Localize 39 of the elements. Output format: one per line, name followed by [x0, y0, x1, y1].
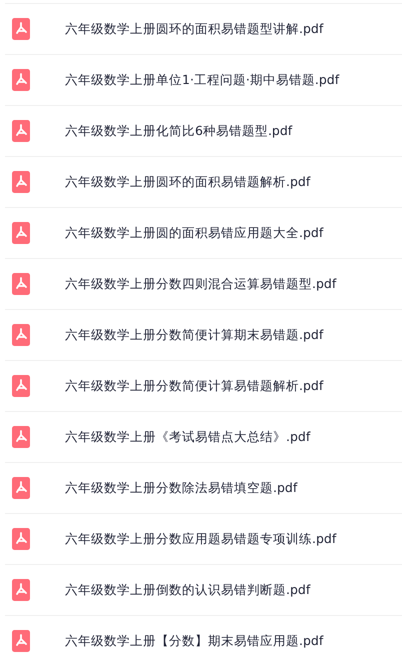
- file-item[interactable]: 六年级数学上册化简比6种易错题型.pdf: [5, 106, 402, 157]
- pdf-file-icon: [12, 528, 30, 550]
- pdf-file-icon: [12, 630, 30, 652]
- file-name: 六年级数学上册分数除法易错填空题.pdf: [65, 480, 298, 496]
- pdf-file-icon: [12, 171, 30, 193]
- file-name: 六年级数学上册分数简便计算期末易错题.pdf: [65, 326, 324, 344]
- file-name: 六年级数学上册倒数的认识易错判断题.pdf: [65, 582, 310, 598]
- file-item[interactable]: 六年级数学上册分数应用题易错题专项训练.pdf: [5, 514, 402, 565]
- pdf-file-icon: [12, 477, 30, 499]
- pdf-file-icon: [12, 18, 30, 40]
- file-item[interactable]: 六年级数学上册圆的面积易错应用题大全.pdf: [5, 208, 402, 259]
- pdf-file-icon: [12, 273, 30, 295]
- file-name: 六年级数学上册【分数】期末易错应用题.pdf: [65, 632, 324, 650]
- pdf-file-icon: [12, 222, 30, 244]
- file-item[interactable]: 六年级数学上册《考试易错点大总结》.pdf: [5, 412, 402, 463]
- file-item[interactable]: 六年级数学上册圆环的面积易错题解析.pdf: [5, 157, 402, 208]
- pdf-file-icon: [12, 579, 30, 601]
- pdf-file-icon: [12, 426, 30, 448]
- file-item[interactable]: 六年级数学上册圆环的面积易错题型讲解.pdf: [5, 4, 402, 55]
- file-item[interactable]: 六年级数学上册单位1·工程问题·期中易错题.pdf: [5, 55, 402, 106]
- pdf-file-icon: [12, 120, 30, 142]
- file-name: 六年级数学上册圆环的面积易错题解析.pdf: [65, 174, 310, 190]
- file-name: 六年级数学上册《考试易错点大总结》.pdf: [65, 428, 310, 446]
- pdf-file-icon: [12, 375, 30, 397]
- file-item[interactable]: 六年级数学上册分数简便计算易错题解析.pdf: [5, 361, 402, 412]
- file-item[interactable]: 六年级数学上册分数四则混合运算易错题型.pdf: [5, 259, 402, 310]
- file-name: 六年级数学上册分数四则混合运算易错题型.pdf: [65, 276, 336, 292]
- file-item[interactable]: 六年级数学上册分数除法易错填空题.pdf: [5, 463, 402, 514]
- file-name: 六年级数学上册圆的面积易错应用题大全.pdf: [65, 224, 324, 242]
- pdf-file-icon: [12, 69, 30, 91]
- file-name: 六年级数学上册化简比6种易错题型.pdf: [65, 122, 292, 140]
- file-item[interactable]: 六年级数学上册倒数的认识易错判断题.pdf: [5, 565, 402, 616]
- pdf-file-icon: [12, 324, 30, 346]
- file-item[interactable]: 六年级数学上册【分数】期末易错应用题.pdf: [5, 616, 402, 659]
- file-name: 六年级数学上册单位1·工程问题·期中易错题.pdf: [65, 72, 340, 88]
- file-name: 六年级数学上册圆环的面积易错题型讲解.pdf: [65, 20, 324, 38]
- file-name: 六年级数学上册分数应用题易错题专项训练.pdf: [65, 530, 336, 548]
- file-item[interactable]: 六年级数学上册分数简便计算期末易错题.pdf: [5, 310, 402, 361]
- file-name: 六年级数学上册分数简便计算易错题解析.pdf: [65, 378, 324, 394]
